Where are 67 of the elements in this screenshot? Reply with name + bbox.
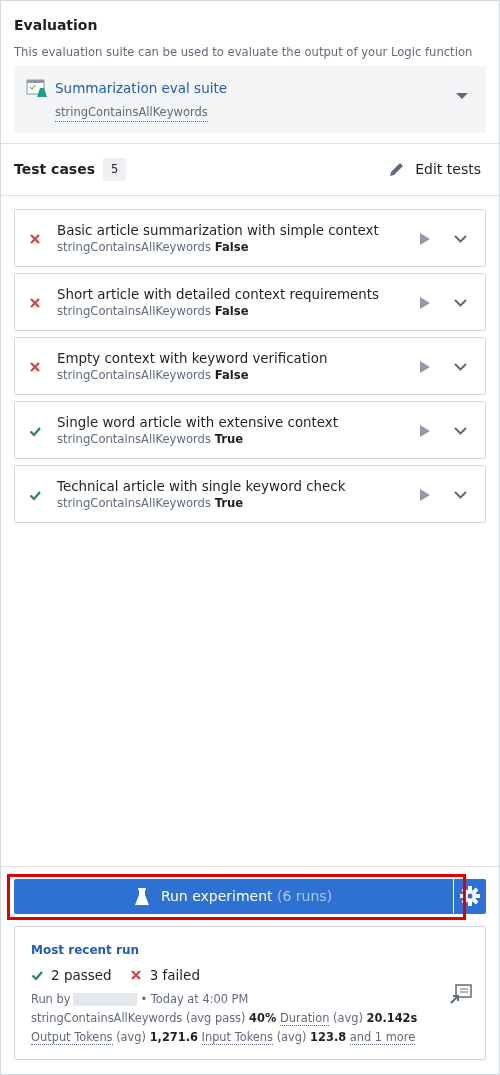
run-test-button[interactable] (420, 297, 430, 310)
metric-value: 20.142s (366, 1011, 418, 1025)
test-case-title: Single word article with extensive context (57, 414, 339, 432)
settings-icon (460, 886, 480, 907)
test-case-title: Technical article with single keyword check (57, 478, 347, 496)
test-case-result: stringContainsAllKeywords False (57, 303, 250, 321)
run-test-button[interactable] (420, 361, 430, 374)
run-by-label: Run by (31, 991, 71, 1008)
play-icon (420, 233, 430, 246)
chevron-down-icon (454, 235, 467, 244)
more-metrics-link[interactable]: and 1 more (349, 1030, 416, 1045)
failed-count: 3 failed (149, 965, 200, 985)
play-icon (420, 489, 430, 502)
test-case-title: Empty context with keyword verification (57, 350, 329, 368)
play-icon (420, 361, 430, 374)
expand-button[interactable] (454, 491, 467, 500)
edit-tests-button[interactable]: Edit tests (388, 158, 481, 180)
description-text: This evaluation suite can be used to evaluate the output of your Logic function (14, 44, 474, 61)
cross-icon (129, 968, 142, 981)
test-case-result: stringContainsAllKeywords True (57, 495, 245, 513)
test-case-title: Basic article summarization with simple context (57, 222, 380, 240)
run-time: • Today at 4:00 PM (140, 991, 249, 1008)
expand-button[interactable] (454, 235, 467, 244)
metric-label: Input Tokens (avg) (201, 1030, 308, 1045)
section-title: Evaluation (14, 16, 99, 35)
test-case-row[interactable]: Short article with detailed context requirements stringContainsAllKeywords False (14, 272, 486, 331)
metric-label: Output Tokens (avg) (31, 1030, 147, 1045)
chevron-down-icon (454, 299, 467, 308)
test-case-row[interactable]: Basic article summarization with simple context stringContainsAllKeywords False (14, 208, 486, 267)
metric-value: 123.8 (310, 1030, 347, 1044)
test-case-row[interactable]: Technical article with single keyword check stringContainsAllKeywords True (14, 464, 486, 523)
test-case-row[interactable]: Single word article with extensive context stringContainsAllKeywords True (14, 400, 486, 459)
dropdown-caret-icon (456, 92, 468, 101)
play-icon (420, 297, 430, 310)
test-case-result: stringContainsAllKeywords False (57, 239, 250, 257)
open-run-button[interactable] (450, 983, 472, 1004)
recent-run-title: Most recent run (31, 941, 140, 959)
settings-button[interactable] (454, 878, 486, 914)
metric-label: stringContainsAllKeywords (avg pass) (31, 1011, 247, 1025)
evaluator-name: stringContainsAllKeywords (55, 103, 208, 122)
metric-value: 40% (249, 1011, 277, 1025)
pencil-icon (388, 160, 406, 178)
section-title: Test cases (14, 159, 95, 179)
suite-icon (26, 78, 48, 99)
test-case-title: Short article with detailed context requirements (57, 286, 381, 304)
metric-label: Duration (avg) (280, 1011, 364, 1026)
chevron-down-icon (454, 363, 467, 372)
run-experiment-button[interactable]: Run experiment (6 runs) (14, 878, 453, 914)
expand-button[interactable] (454, 299, 467, 308)
chevron-down-icon (454, 491, 467, 500)
count-badge: 5 (103, 157, 127, 181)
flask-icon (134, 887, 149, 905)
run-test-button[interactable] (420, 425, 430, 438)
test-case-result: stringContainsAllKeywords False (57, 367, 250, 385)
suite-name: Summarization eval suite (55, 79, 229, 99)
expand-button[interactable] (454, 427, 467, 436)
play-icon (420, 425, 430, 438)
run-test-button[interactable] (420, 233, 430, 246)
metric-value: 1,271.6 (149, 1030, 198, 1044)
chevron-down-icon (454, 427, 467, 436)
run-test-button[interactable] (420, 489, 430, 502)
test-case-row[interactable]: Empty context with keyword verification stringContainsAllKeywords False (14, 336, 486, 395)
open-panel-icon (450, 983, 472, 1004)
expand-button[interactable] (454, 363, 467, 372)
suite-selector[interactable]: Summarization eval suite stringContainsAllKeywords (14, 66, 486, 133)
test-case-result: stringContainsAllKeywords True (57, 431, 245, 449)
passed-count: 2 passed (51, 965, 112, 985)
